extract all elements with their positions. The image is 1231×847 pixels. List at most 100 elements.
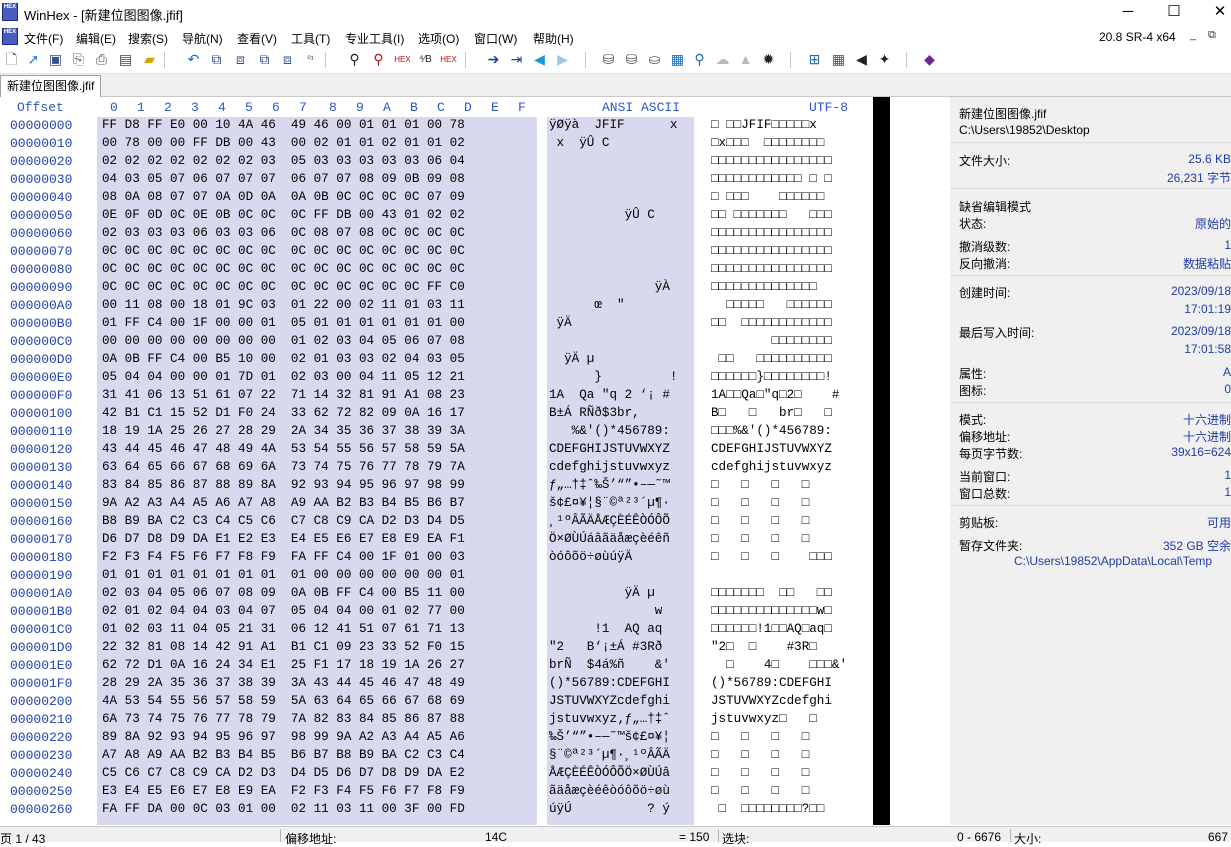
row-ansi-text[interactable]: brÑ $4á%ñ &' — [549, 658, 670, 672]
row-hex-bytes[interactable]: A7 A8 A9 AA B2 B3 B4 B5 B6 B7 B8 B9 BA C… — [102, 748, 465, 762]
row-ansi-text[interactable]: ÿÀ — [549, 280, 670, 294]
menu-navigate[interactable]: 导航(N) — [182, 30, 223, 47]
row-ansi-text[interactable]: "2 B‘¡±Á #3Rð — [549, 640, 670, 654]
row-hex-bytes[interactable]: 00 78 00 00 FF DB 00 43 00 02 01 01 02 0… — [102, 136, 465, 150]
back-arrow-icon[interactable]: ◀ — [531, 51, 548, 68]
row-utf8-text[interactable]: □□□□□□□ □□ □□ — [711, 586, 832, 600]
forward-arrow-icon[interactable]: ▶ — [554, 51, 571, 68]
row-utf8-text[interactable]: □ □ □ □□□ — [711, 550, 832, 564]
open-folder-icon[interactable]: ▰ — [141, 51, 158, 68]
template-icon[interactable]: ▦ — [830, 51, 847, 68]
row-utf8-text[interactable]: □□ □□□□□□□ □□□ — [711, 208, 832, 222]
row-hex-bytes[interactable]: 89 8A 92 93 94 95 96 97 98 99 9A A2 A3 A… — [102, 730, 465, 744]
row-ansi-text[interactable]: ÿÛ C — [549, 208, 677, 222]
go-to-bookmark-icon[interactable]: ⇥ — [508, 51, 525, 68]
save-as-icon[interactable]: ⎘ — [70, 51, 87, 68]
search-icon[interactable]: ⚲ — [691, 51, 708, 68]
menu-options[interactable]: 选项(O) — [418, 30, 459, 47]
row-utf8-text[interactable]: □ □□JFIF□□□□□x — [711, 118, 817, 132]
row-ansi-text[interactable]: òóôõö÷øùúÿÄ — [549, 550, 677, 564]
row-hex-bytes[interactable]: 6A 73 74 75 76 77 78 79 7A 82 83 84 85 8… — [102, 712, 465, 726]
row-hex-bytes[interactable]: F2 F3 F4 F5 F6 F7 F8 F9 FA FF C4 00 1F 0… — [102, 550, 465, 564]
menu-file[interactable]: 文件(F) — [24, 30, 63, 47]
convert-icon[interactable]: ⁰¹ — [302, 51, 319, 68]
row-utf8-text[interactable]: □□□□□□□□□□□□ □ □ — [711, 172, 832, 186]
row-ansi-text[interactable]: §¨©ª²³´µ¶·¸¹ºÂÃÄ — [549, 748, 670, 762]
properties-icon[interactable]: ▤ — [117, 51, 134, 68]
row-utf8-text[interactable]: □□□□□□□□□□□□□□□□ — [711, 262, 832, 276]
menu-view[interactable]: 查看(V) — [237, 30, 277, 47]
menu-tools[interactable]: 工具(T) — [291, 30, 330, 47]
open-ram-icon[interactable]: ⛁ — [623, 51, 640, 68]
cloud-icon[interactable]: ☁ — [714, 51, 731, 68]
row-ansi-text[interactable]: ÿÄ µ — [549, 586, 670, 600]
row-utf8-text[interactable]: □□□□□ □□□□□□ — [711, 298, 832, 312]
prev-icon[interactable]: ◀ — [853, 51, 870, 68]
row-utf8-text[interactable]: □□□□□□□□□□□□□□□□ — [711, 244, 832, 258]
row-ansi-text[interactable]: ¸¹ºÂÃÄÅÆÇÈÉÊÒÓÔÕ — [549, 514, 670, 528]
save-icon[interactable]: ▣ — [47, 51, 64, 68]
calculator-icon[interactable]: ▦ — [669, 51, 686, 68]
row-hex-bytes[interactable]: 4A 53 54 55 56 57 58 59 5A 63 64 65 66 6… — [102, 694, 465, 708]
row-utf8-text[interactable]: □□□□□□□□□□□□□□ — [711, 280, 817, 294]
row-ansi-text[interactable]: ‰Š’“”•–—˜™š¢£¤¥¦ — [549, 730, 670, 744]
row-utf8-text[interactable]: cdefghijstuvwxyz — [711, 460, 832, 474]
row-ansi-text[interactable]: !1 AQ aq — [549, 622, 670, 636]
row-utf8-text[interactable]: □ □□□□□□□□?□□ — [711, 802, 825, 816]
row-hex-bytes[interactable]: 22 32 81 08 14 42 91 A1 B1 C1 09 23 33 5… — [102, 640, 465, 654]
row-hex-bytes[interactable]: 01 FF C4 00 1F 00 00 01 05 01 01 01 01 0… — [102, 316, 465, 330]
row-utf8-text[interactable]: □□□□□□!1□□AQ□aq□ — [711, 622, 832, 636]
row-hex-bytes[interactable]: FA FF DA 00 0C 03 01 00 02 11 03 11 00 3… — [102, 802, 465, 816]
row-hex-bytes[interactable]: 01 01 01 01 01 01 01 01 01 00 00 00 00 0… — [102, 568, 465, 582]
mdi-restore-button[interactable]: ⧉ — [1208, 29, 1216, 42]
row-hex-bytes[interactable]: 43 44 45 46 47 48 49 4A 53 54 55 56 57 5… — [102, 442, 465, 456]
replace-text-icon[interactable]: HEX — [394, 51, 411, 68]
row-hex-bytes[interactable]: 08 0A 08 07 07 0A 0D 0A 0A 0B 0C 0C 0C 0… — [102, 190, 465, 204]
row-utf8-text[interactable]: □ □ □ □ — [711, 478, 809, 492]
open-disk-icon[interactable]: ⛁ — [600, 51, 617, 68]
row-hex-bytes[interactable]: 01 02 03 11 04 05 21 31 06 12 41 51 07 6… — [102, 622, 465, 636]
go-to-offset-icon[interactable]: ➔ — [485, 51, 502, 68]
row-utf8-text[interactable]: □□□□□□□□ — [711, 334, 831, 348]
menu-edit[interactable]: 编辑(E) — [76, 30, 116, 47]
row-utf8-text[interactable]: JSTUVWXYZcdefghi — [711, 694, 832, 708]
row-ansi-text[interactable]: Ö×ØÙÚáâãäåæçèéêñ — [549, 532, 670, 546]
row-ansi-text[interactable]: ÿÄ — [549, 316, 677, 330]
row-ansi-text[interactable]: } ! — [549, 370, 677, 384]
row-utf8-text[interactable]: □ □ □ □ — [711, 730, 809, 744]
open-file-icon[interactable]: ➚ — [25, 51, 42, 68]
mdi-minimize-button[interactable]: _ — [1190, 29, 1196, 41]
help-book-icon[interactable]: ◆ — [921, 51, 938, 68]
row-utf8-text[interactable]: □□ □□□□□□□□□□□□ — [711, 316, 832, 330]
row-ansi-text[interactable]: ÿØÿà JFIF x — [549, 118, 677, 132]
print-icon[interactable]: ⎙ — [93, 51, 110, 68]
row-hex-bytes[interactable]: 42 B1 C1 15 52 D1 F0 24 33 62 72 82 09 0… — [102, 406, 465, 420]
row-ansi-text[interactable]: œ " — [549, 298, 677, 312]
row-hex-bytes[interactable]: 62 72 D1 0A 16 24 34 E1 25 F1 17 18 19 1… — [102, 658, 465, 672]
row-hex-bytes[interactable]: 0C 0C 0C 0C 0C 0C 0C 0C 0C 0C 0C 0C 0C 0… — [102, 244, 465, 258]
row-utf8-text[interactable]: □□□□□□□□□□□□□□□□ — [711, 154, 832, 168]
find-hex-icon[interactable]: ⚲ — [370, 51, 387, 68]
row-hex-bytes[interactable]: 04 03 05 07 06 07 07 07 06 07 07 08 09 0… — [102, 172, 465, 186]
find-text-icon[interactable]: ⚲ — [346, 51, 363, 68]
row-utf8-text[interactable]: □□□□□□□□□□□□□□□□ — [711, 226, 832, 240]
next-icon[interactable]: ✦ — [876, 51, 893, 68]
row-ansi-text[interactable]: jstuvwxyz‚ƒ„…†‡ˆ — [549, 712, 670, 726]
row-utf8-text[interactable]: 1A□□Qa□"q□2□ # — [711, 388, 839, 402]
settings-icon[interactable]: ✹ — [760, 51, 777, 68]
close-button[interactable]: ✕ — [1197, 0, 1231, 26]
row-hex-bytes[interactable]: 9A A2 A3 A4 A5 A6 A7 A8 A9 AA B2 B3 B4 B… — [102, 496, 465, 510]
drive-icon[interactable]: ⛀ — [646, 51, 663, 68]
undo-icon[interactable]: ↶ — [185, 51, 202, 68]
row-ansi-text[interactable]: ÅÆÇÈÉÊÒÓÔÕÖ×ØÙÚâ — [549, 766, 670, 780]
row-utf8-text[interactable]: □ □ □ □ — [711, 532, 809, 546]
row-utf8-text[interactable]: □□□□□□}□□□□□□□□! — [711, 370, 832, 384]
hash-icon[interactable]: ▲ — [737, 51, 754, 68]
find-hex2-icon[interactable]: HEX — [440, 51, 457, 68]
grid-icon[interactable]: ⊞ — [806, 51, 823, 68]
new-file-icon[interactable]: 🗋 — [3, 51, 20, 68]
menu-specialist-tools[interactable]: 专业工具(I) — [345, 30, 404, 47]
paste-icon[interactable]: ⧈ — [232, 51, 249, 68]
row-ansi-text[interactable]: %&'()*456789: — [549, 424, 670, 438]
row-ansi-text[interactable]: B±Á RÑð$3br, — [549, 406, 670, 420]
